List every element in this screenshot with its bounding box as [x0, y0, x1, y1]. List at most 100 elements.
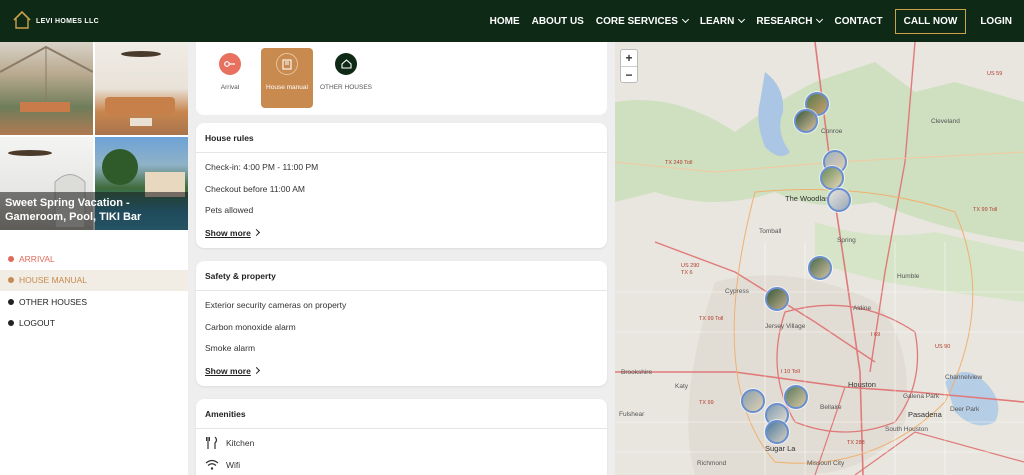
chevron-down-icon	[738, 15, 746, 24]
sidebar-item-arrival[interactable]: ARRIVAL	[0, 248, 188, 270]
tab-label: OTHER HOUSES	[320, 84, 373, 91]
map-label-cypress: Cypress	[725, 288, 749, 295]
map-marker[interactable]	[765, 420, 789, 444]
map-label-aldine: Aldine	[853, 305, 872, 312]
map-label-humble: Humble	[897, 273, 920, 280]
show-more-link[interactable]: Show more	[196, 360, 607, 382]
rule-pets: Pets allowed	[205, 205, 254, 215]
shield-tx288: TX 288	[847, 440, 865, 446]
tab-house-manual[interactable]: House manual	[261, 48, 313, 108]
logo[interactable]: LEVI HOMES LLC	[12, 9, 99, 31]
zoom-control: + −	[620, 49, 638, 83]
key-icon	[219, 53, 241, 75]
map-label-conroe: Conroe	[821, 128, 843, 135]
map-marker[interactable]	[765, 287, 789, 311]
map-label-tomball: Tomball	[759, 228, 782, 235]
chevron-down-icon	[816, 15, 824, 24]
living-room-image	[105, 51, 175, 126]
nav-home[interactable]: HOME	[490, 16, 520, 27]
listing-title: Sweet Spring Vacation - Gameroom, Pool, …	[0, 192, 188, 230]
logo-text: LEVI HOMES LLC	[36, 17, 99, 25]
utensils-icon	[206, 436, 218, 449]
shield-us290: US 290	[681, 263, 700, 269]
sidebar-item-other-houses[interactable]: OTHER HOUSES	[0, 291, 188, 313]
nav-about[interactable]: ABOUT US	[532, 16, 584, 27]
zoom-in-button[interactable]: +	[621, 50, 637, 66]
login-link[interactable]: LOGIN	[980, 16, 1012, 27]
map-label-bellaire: Bellaire	[820, 404, 842, 411]
show-more-link[interactable]: Show more	[196, 222, 607, 244]
tab-arrival[interactable]: Arrival	[204, 48, 256, 108]
nav-contact[interactable]: CONTACT	[834, 16, 882, 27]
map-marker[interactable]	[741, 389, 765, 413]
photo-patio[interactable]	[0, 42, 93, 135]
nav-core-services[interactable]: CORE SERVICES	[595, 15, 689, 27]
shield-us59: US 59	[987, 71, 1003, 77]
map-marker[interactable]	[808, 256, 832, 280]
map-label-sugar-land: Sugar La	[765, 444, 796, 453]
dot-icon	[8, 298, 14, 305]
map[interactable]: + − Conroe Cleveland The Woodlan Spring …	[615, 42, 1024, 475]
map-label-channelview: Channelview	[945, 374, 983, 381]
map-label-deer-park: Deer Park	[950, 406, 980, 413]
tab-label: Arrival	[220, 84, 240, 91]
card-title: Safety & property	[196, 261, 607, 291]
nav-home-label: HOME	[489, 15, 520, 27]
photo-living-room[interactable]	[95, 42, 188, 135]
nav-learn-label: LEARN	[699, 15, 735, 27]
sidebar-item-label: HOUSE MANUAL	[19, 275, 88, 286]
amenity-label: Wifi	[226, 460, 241, 470]
safety-cameras: Exterior security cameras on property	[205, 300, 347, 310]
dot-icon	[8, 277, 14, 284]
nav-core-services-label: CORE SERVICES	[595, 15, 678, 27]
map-marker[interactable]	[794, 109, 818, 133]
chevron-right-icon	[252, 366, 260, 375]
nav-research-label: RESEARCH	[756, 15, 813, 27]
amenity-label: Kitchen	[226, 438, 255, 448]
card-title: House rules	[196, 123, 607, 153]
amenity-kitchen: Kitchen	[196, 432, 607, 454]
map-label-spring: Spring	[837, 237, 856, 244]
chevron-right-icon	[252, 228, 260, 237]
rule-checkin: Check-in: 4:00 PM - 11:00 PM	[205, 162, 319, 172]
shield-tx6: TX 6	[681, 270, 693, 276]
amenities-card: Amenities Kitchen Wifi	[196, 399, 607, 475]
shield-tx249: TX 249 Toll	[665, 160, 693, 166]
sidebar-item-label: LOGOUT	[19, 318, 55, 329]
map-label-brookshire: Brookshire	[621, 369, 653, 376]
safety-card: Safety & property Exterior security came…	[196, 261, 607, 386]
nav-learn[interactable]: LEARN	[699, 15, 746, 27]
tab-other-houses[interactable]: OTHER HOUSES	[320, 48, 372, 108]
sidebar-item-logout[interactable]: LOGOUT	[0, 313, 188, 335]
map-label-cleveland: Cleveland	[931, 118, 960, 125]
map-label-pasadena: Pasadena	[908, 410, 942, 419]
guide-tabs: Arrival House manual OTHER HOUSES	[196, 42, 607, 115]
call-now-button[interactable]: CALL NOW	[894, 8, 967, 34]
shield-tx99-north: TX 99 Toll	[973, 207, 998, 213]
photo-gallery[interactable]: Sweet Spring Vacation - Gameroom, Pool, …	[0, 42, 188, 230]
shield-i69: I 69	[871, 332, 881, 338]
shield-tx99-south: TX 99	[699, 400, 714, 406]
map-label-woodlands: The Woodlan	[785, 194, 830, 203]
sidebar-item-house-manual[interactable]: HOUSE MANUAL	[0, 269, 188, 291]
sidebar-item-label: ARRIVAL	[19, 253, 55, 264]
house-rules-card: House rules Check-in: 4:00 PM - 11:00 PM…	[196, 123, 607, 248]
map-marker[interactable]	[784, 385, 808, 409]
safety-smoke-alarm: Smoke alarm	[205, 343, 256, 353]
map-marker[interactable]	[820, 166, 844, 190]
nav-research[interactable]: RESEARCH	[756, 15, 824, 27]
house-logo-icon	[13, 10, 31, 29]
tab-label: House manual	[266, 84, 308, 91]
top-navbar: LEVI HOMES LLC HOME ABOUT US CORE SERVIC…	[0, 0, 1024, 42]
map-marker[interactable]	[827, 188, 851, 212]
book-icon	[276, 53, 298, 75]
chevron-down-icon	[681, 15, 689, 24]
dot-icon	[8, 255, 14, 262]
zoom-out-button[interactable]: −	[621, 66, 637, 82]
map-label-missouri-city: Missouri City	[807, 460, 845, 467]
shield-tx99-west: TX 99 Toll	[699, 316, 724, 322]
guide-content: Arrival House manual OTHER HOUSES House …	[188, 42, 615, 475]
map-label-houston: Houston	[848, 380, 876, 389]
dot-icon	[8, 320, 14, 327]
shield-i10: I 10 Toll	[781, 369, 800, 375]
